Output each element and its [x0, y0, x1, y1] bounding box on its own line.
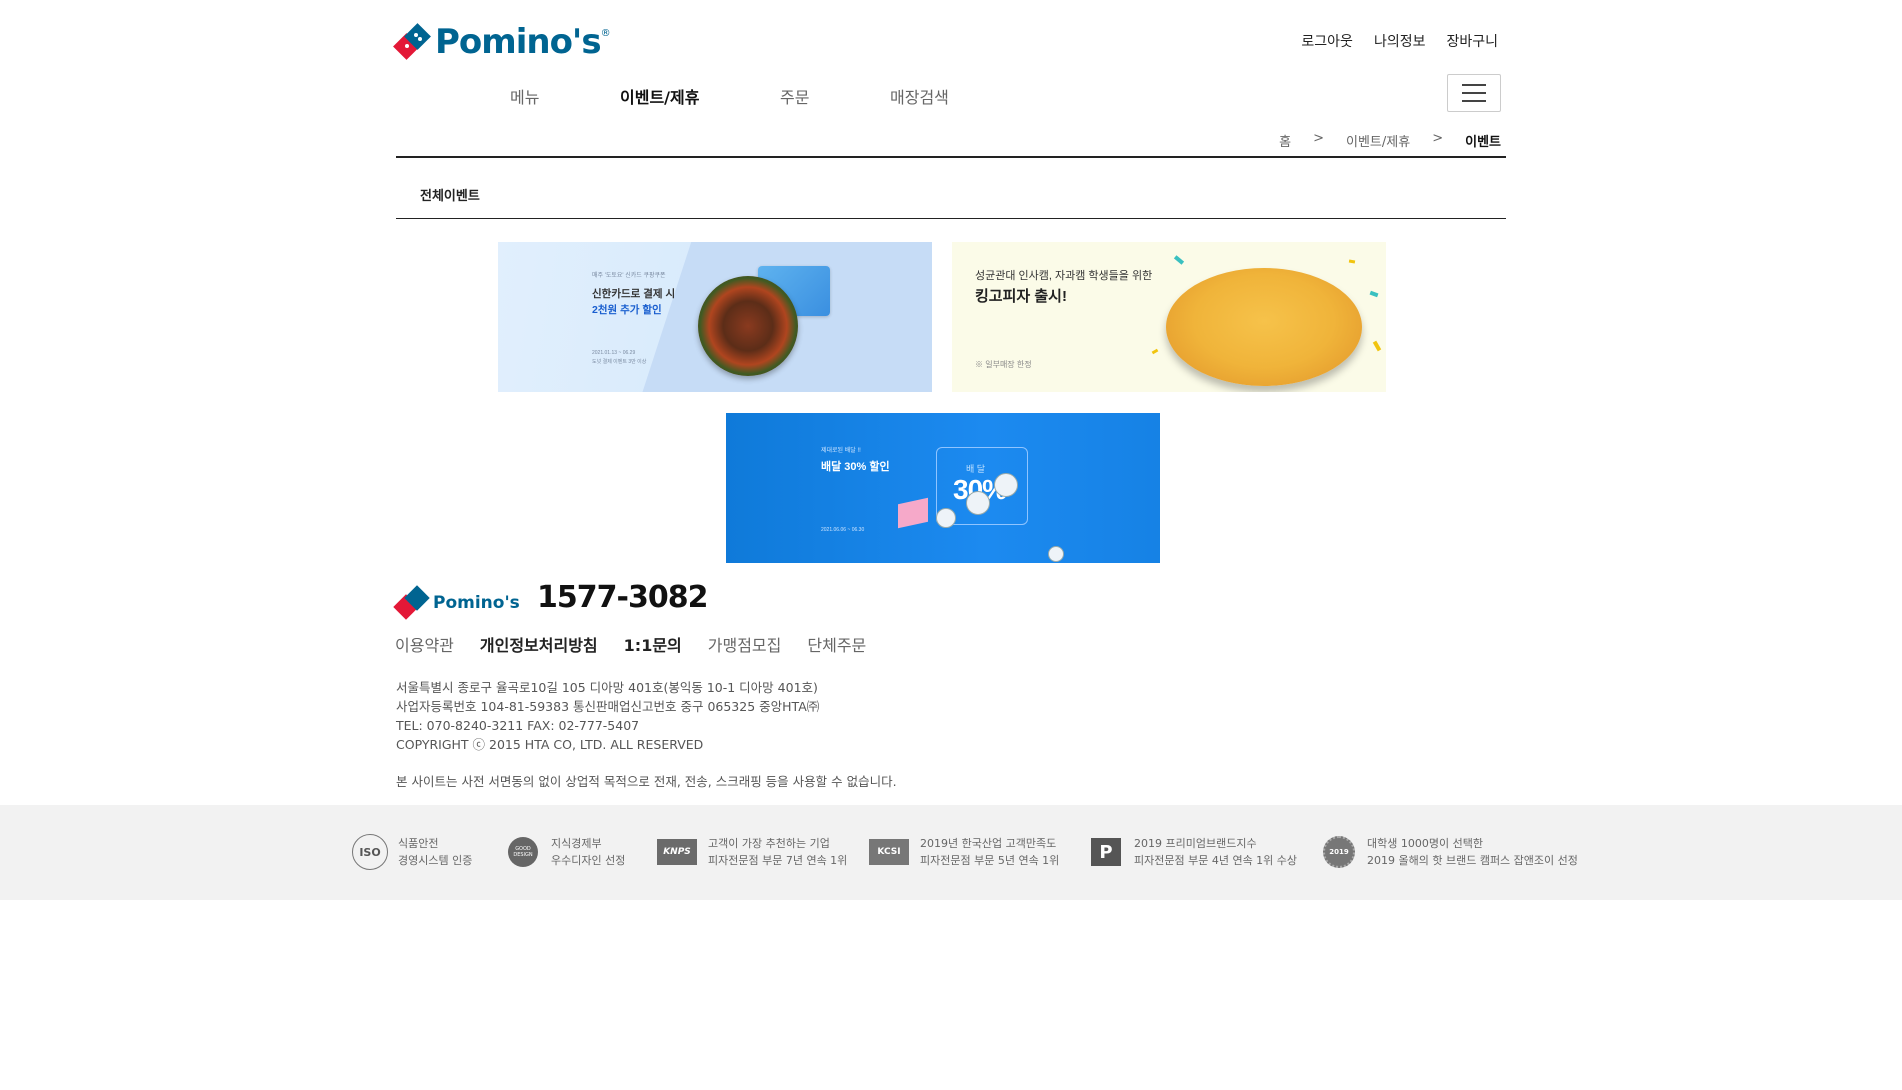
- good-design-icon: GOOD DESIGN: [505, 834, 541, 870]
- banner-date: 2021.06.06 ~ 06.30: [821, 527, 865, 533]
- logo-text: Pomino's: [435, 22, 602, 62]
- logo-tile-icon: [393, 23, 431, 60]
- banner-caption: 매주 '도토요' 신카드 쿠팡쿠폰: [592, 273, 666, 279]
- breadcrumb-home[interactable]: 홈: [1279, 131, 1291, 150]
- nav-store-search[interactable]: 매장검색: [890, 84, 990, 108]
- address-line: 서울특별시 종로구 율곡로10길 105 디아망 401호(봉익동 10-1 디…: [396, 680, 818, 695]
- divider: [396, 156, 1506, 158]
- kcsi-icon: KCSI: [868, 834, 910, 870]
- terms-link[interactable]: 이용약관: [395, 632, 454, 656]
- box-icon: [898, 497, 928, 529]
- site-logo[interactable]: Pomino's ®: [393, 22, 611, 62]
- banner-date: 2021.01.13 ~ 06.29: [592, 350, 636, 356]
- divider: [396, 218, 1506, 219]
- cert-line: 우수디자인 선정: [551, 854, 626, 867]
- scraping-notice: 본 사이트는 사전 서면동의 없이 상업적 목적으로 전재, 전송, 스크래핑 …: [396, 774, 897, 789]
- campus-award-icon: 2019: [1321, 834, 1357, 870]
- event-banner-shinhan[interactable]: 매주 '도토요' 신카드 쿠팡쿠폰 신한카드로 결제 시 2천원 추가 할인 2…: [498, 242, 932, 392]
- nav-menu[interactable]: 메뉴: [510, 84, 620, 108]
- footer-logo-text: Pomino's: [433, 593, 520, 613]
- knps-icon: KNPS: [656, 834, 698, 870]
- tab-all-events[interactable]: 전체이벤트: [420, 185, 480, 204]
- coin-icon: [936, 508, 956, 528]
- my-info-link[interactable]: 나의정보: [1374, 31, 1426, 51]
- banner-title: 킹고피자 출시!: [975, 288, 1067, 305]
- premium-brand-icon: P: [1088, 834, 1124, 870]
- nav-order[interactable]: 주문: [780, 84, 890, 108]
- contact-line: TEL: 070-8240-3211 FAX: 02-777-5407: [396, 718, 640, 733]
- banner-subtitle: 2천원 추가 할인: [592, 304, 662, 316]
- main-nav: 메뉴 이벤트/제휴 주문 매장검색: [510, 84, 990, 108]
- breadcrumb-separator: >: [1432, 131, 1444, 146]
- breadcrumb-event-partner[interactable]: 이벤트/제휴: [1346, 131, 1410, 150]
- coin-icon: [1048, 546, 1064, 562]
- breadcrumb-separator: >: [1313, 131, 1325, 146]
- coin-icon: [966, 491, 990, 515]
- cert-good-design: GOOD DESIGN 지식경제부우수디자인 선정: [505, 834, 625, 870]
- franchise-link[interactable]: 가맹점모집: [708, 632, 782, 656]
- footer-logo[interactable]: Pomino's: [393, 585, 520, 620]
- confetti-icon: [1151, 348, 1159, 355]
- cart-link[interactable]: 장바구니: [1446, 31, 1498, 51]
- banner-title: 신한카드로 결제 시: [592, 288, 676, 300]
- banner-title: 배달 30% 할인: [821, 461, 890, 473]
- breadcrumb: 홈 > 이벤트/제휴 > 이벤트: [1279, 131, 1501, 150]
- nav-event[interactable]: 이벤트/제휴: [620, 84, 780, 108]
- banner-note: ※ 일부매장 한정: [975, 360, 1032, 369]
- cert-line: 피자전문점 부문 5년 연속 1위: [920, 854, 1060, 867]
- confetti-icon: [1348, 259, 1356, 264]
- customer-phone: 1577-3082: [537, 580, 708, 615]
- cert-iso: ISO 식품안전경영시스템 인증: [352, 834, 472, 870]
- inquiry-link[interactable]: 1:1문의: [624, 632, 682, 656]
- group-order-link[interactable]: 단체주문: [807, 632, 866, 656]
- cert-line: 피자전문점 부문 4년 연속 1위 수상: [1134, 854, 1298, 867]
- banner-caption: 제대로된 배달 !!: [821, 448, 861, 454]
- logout-link[interactable]: 로그아웃: [1301, 31, 1353, 51]
- pizza-image: [698, 276, 798, 376]
- cert-line: 지식경제부: [551, 837, 602, 850]
- cert-line: 고객이 가장 추천하는 기업: [708, 837, 830, 850]
- event-banner-delivery[interactable]: 제대로된 배달 !! 배달 30% 할인 2021.06.06 ~ 06.30 …: [726, 413, 1160, 563]
- cert-line: 경영시스템 인증: [398, 854, 473, 867]
- confetti-icon: [1372, 340, 1382, 352]
- cert-campus: 2019 대학생 1000명이 선택한 2019 올해의 핫 브랜드 캠퍼스 잡앤…: [1321, 834, 1578, 870]
- registered-mark: ®: [600, 28, 611, 39]
- breadcrumb-current: 이벤트: [1465, 135, 1501, 150]
- utility-links: 로그아웃 나의정보 장바구니: [1301, 31, 1498, 51]
- cert-line: 피자전문점 부문 7년 연속 1위: [708, 854, 848, 867]
- pizza-image: [1166, 268, 1362, 386]
- footer-links: 이용약관 개인정보처리방침 1:1문의 가맹점모집 단체주문: [395, 632, 866, 656]
- cert-line: 2019 올해의 핫 브랜드 캠퍼스 잡앤조이 선정: [1367, 854, 1578, 867]
- cert-line: 2019년 한국산업 고객만족도: [920, 837, 1057, 850]
- event-banner-kingo[interactable]: 성균관대 인사캠, 자과캠 학생들을 위한 킹고피자 출시! ※ 일부매장 한정: [952, 242, 1386, 392]
- privacy-policy-link[interactable]: 개인정보처리방침: [480, 632, 598, 656]
- cert-knps: KNPS 고객이 가장 추천하는 기업피자전문점 부문 7년 연속 1위: [656, 834, 847, 870]
- certification-bar: ISO 식품안전경영시스템 인증 GOOD DESIGN 지식경제부우수디자인 …: [0, 805, 1902, 900]
- banner-note: 도넛 결제 이벤트 3만 이상: [592, 359, 647, 365]
- logo-tile-icon: [393, 585, 430, 620]
- banner-caption: 성균관대 인사캠, 자과캠 학생들을 위한: [975, 270, 1153, 282]
- confetti-icon: [1173, 255, 1185, 265]
- business-number-line: 사업자등록번호 104-81-59383 통신판매업신고번호 중구 065325…: [396, 699, 820, 714]
- cert-line: 대학생 1000명이 선택한: [1367, 837, 1483, 850]
- cert-line: 식품안전: [398, 837, 439, 850]
- cert-line: 2019 프리미엄브랜드지수: [1134, 837, 1257, 850]
- coin-icon: [994, 473, 1018, 497]
- iso-icon: ISO: [352, 834, 388, 870]
- copyright-line: COPYRIGHT ⓒ 2015 HTA CO, LTD. ALL RESERV…: [396, 737, 704, 752]
- hamburger-menu-icon[interactable]: [1447, 74, 1501, 112]
- cert-premium-brand: P 2019 프리미엄브랜드지수피자전문점 부문 4년 연속 1위 수상: [1088, 834, 1297, 870]
- confetti-icon: [1369, 290, 1379, 298]
- company-info: 서울특별시 종로구 율곡로10길 105 디아망 401호(봉익동 10-1 디…: [396, 678, 819, 754]
- cert-kcsi: KCSI 2019년 한국산업 고객만족도피자전문점 부문 5년 연속 1위: [868, 834, 1059, 870]
